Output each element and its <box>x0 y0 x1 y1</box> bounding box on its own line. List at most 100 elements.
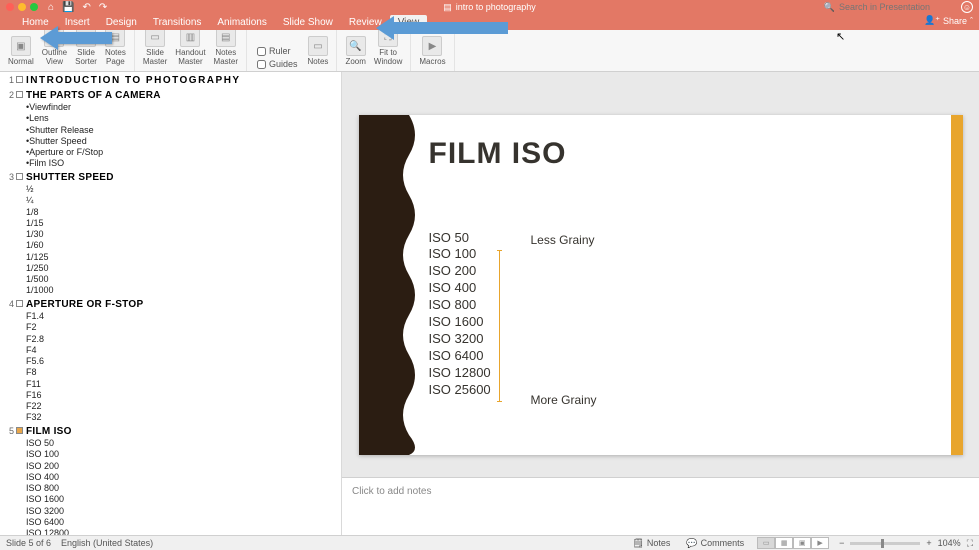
outline-slide-title[interactable]: FILM ISO <box>26 426 72 439</box>
slide-title[interactable]: FILM ISO <box>429 137 567 171</box>
slide[interactable]: FILM ISO ISO 50ISO 100ISO 200ISO 400ISO … <box>359 115 963 455</box>
reading-view-mode[interactable]: ▣ <box>793 537 811 549</box>
iso-value: ISO 12800 <box>429 365 491 382</box>
outline-slide[interactable]: 1INTRODUCTION TO PHOTOGRAPHY <box>4 75 341 88</box>
normal-view-button[interactable]: ▣Normal <box>4 36 38 69</box>
outline-body-line[interactable]: F11 <box>26 379 341 390</box>
slide-sorter-button[interactable]: ▦Slide Sorter <box>71 27 101 69</box>
outline-slide[interactable]: 4APERTURE OR F-STOPF1.4F2F2.8F4F5.6F8F11… <box>4 299 341 424</box>
minimize-window-icon[interactable] <box>18 3 26 11</box>
outline-body-line[interactable]: ISO 12800 <box>26 528 341 535</box>
zoom-out-button[interactable]: − <box>839 538 844 548</box>
outline-body-line[interactable]: 1/8 <box>26 207 341 218</box>
outline-body-line[interactable]: ISO 200 <box>26 461 341 472</box>
outline-body-line[interactable]: 1/15 <box>26 218 341 229</box>
zoom-slider[interactable] <box>850 542 920 545</box>
outline-body-line[interactable]: ¼ <box>26 195 341 206</box>
home-icon[interactable]: ⌂ <box>48 2 54 13</box>
iso-value: ISO 50 <box>429 230 491 247</box>
fullscreen-window-icon[interactable] <box>30 3 38 11</box>
tab-home[interactable]: Home <box>14 15 57 30</box>
outline-body-line[interactable]: •Film ISO <box>26 158 341 169</box>
share-button[interactable]: 👤⁺ Share ˆ <box>924 15 973 26</box>
fit-window-button[interactable]: ⛶Fit to Window <box>370 27 406 69</box>
search-area[interactable]: 🔍 <box>824 2 949 13</box>
outline-body-line[interactable]: F2.8 <box>26 334 341 345</box>
tab-transitions[interactable]: Transitions <box>145 15 210 30</box>
outline-slide-title[interactable]: INTRODUCTION TO PHOTOGRAPHY <box>26 75 241 88</box>
macros-button[interactable]: ▶Macros <box>415 36 449 69</box>
language-indicator[interactable]: English (United States) <box>61 538 153 548</box>
outline-body-line[interactable]: 1/1000 <box>26 285 341 296</box>
outline-body-line[interactable]: ISO 6400 <box>26 517 341 528</box>
save-icon[interactable]: 💾 <box>62 2 74 13</box>
outline-body-line[interactable]: 1/500 <box>26 274 341 285</box>
outline-slide-title[interactable]: THE PARTS OF A CAMERA <box>26 90 161 103</box>
fit-to-window-icon[interactable]: ⛶ <box>967 538 973 549</box>
outline-slide-title[interactable]: SHUTTER SPEED <box>26 172 114 185</box>
notes-toggle-button[interactable]: ▭Notes <box>304 36 333 69</box>
outline-body-line[interactable]: •Lens <box>26 113 341 124</box>
tab-slideshow[interactable]: Slide Show <box>275 15 341 30</box>
slide-counter[interactable]: Slide 5 of 6 <box>6 538 51 548</box>
outline-body-line[interactable]: F1.4 <box>26 311 341 322</box>
undo-icon[interactable]: ↶ <box>83 2 91 13</box>
slide-master-button[interactable]: ▭Slide Master <box>139 27 171 69</box>
normal-view-mode[interactable]: ▭ <box>757 537 775 549</box>
outline-body-line[interactable]: 1/60 <box>26 240 341 251</box>
tab-view[interactable]: View <box>390 15 428 30</box>
outline-body-line[interactable]: F5.6 <box>26 356 341 367</box>
tab-animations[interactable]: Animations <box>209 15 274 30</box>
outline-body-line[interactable]: ISO 100 <box>26 449 341 460</box>
outline-body-line[interactable]: F16 <box>26 390 341 401</box>
outline-body-line[interactable]: F32 <box>26 412 341 423</box>
outline-body-line[interactable]: ISO 50 <box>26 438 341 449</box>
outline-pane[interactable]: 1INTRODUCTION TO PHOTOGRAPHY 2THE PARTS O… <box>0 72 342 535</box>
outline-body-line[interactable]: F4 <box>26 345 341 356</box>
outline-body-line[interactable]: F8 <box>26 367 341 378</box>
search-input[interactable] <box>839 2 949 12</box>
outline-body-line[interactable]: ISO 400 <box>26 472 341 483</box>
comments-toggle[interactable]: 💬Comments <box>683 538 747 549</box>
outline-body-line[interactable]: •Viewfinder <box>26 102 341 113</box>
outline-slide[interactable]: 2THE PARTS OF A CAMERA•Viewfinder•Lens•S… <box>4 90 341 170</box>
outline-slide[interactable]: 3SHUTTER SPEED½¼1/81/151/301/601/1251/25… <box>4 172 341 297</box>
zoom-in-button[interactable]: + <box>926 538 931 548</box>
outline-body-line[interactable]: F22 <box>26 401 341 412</box>
handout-master-button[interactable]: ▥Handout Master <box>171 27 209 69</box>
sorter-view-mode[interactable]: ▦ <box>775 537 793 549</box>
outline-slide-title[interactable]: APERTURE OR F-STOP <box>26 299 143 312</box>
outline-body-line[interactable]: ISO 800 <box>26 483 341 494</box>
notes-toggle[interactable]: 🗒Notes <box>629 538 673 549</box>
outline-body-line[interactable]: •Shutter Release <box>26 125 341 136</box>
outline-body-line[interactable]: 1/30 <box>26 229 341 240</box>
tab-design[interactable]: Design <box>98 15 145 30</box>
notes-master-button[interactable]: ▤Notes Master <box>210 27 242 69</box>
tab-review[interactable]: Review <box>341 15 390 30</box>
outline-body-line[interactable]: 1/250 <box>26 263 341 274</box>
outline-slide[interactable]: 5FILM ISOISO 50ISO 100ISO 200ISO 400ISO … <box>4 426 341 536</box>
zoom-percent[interactable]: 104% <box>938 538 961 548</box>
chevron-up-icon[interactable]: ˆ <box>970 16 973 26</box>
iso-list[interactable]: ISO 50ISO 100ISO 200ISO 400ISO 800ISO 16… <box>429 230 491 399</box>
notes-pane[interactable]: Click to add notes <box>342 477 979 535</box>
slideshow-view-mode[interactable]: ▶ <box>811 537 829 549</box>
outline-body-line[interactable]: ½ <box>26 184 341 195</box>
outline-view-button[interactable]: ☰Outline View <box>38 27 71 69</box>
outline-body-line[interactable]: 1/125 <box>26 252 341 263</box>
less-grainy-label: Less Grainy <box>531 233 595 247</box>
zoom-icon: 🔍 <box>346 36 366 56</box>
outline-body-line[interactable]: ISO 1600 <box>26 494 341 505</box>
notes-page-button[interactable]: ▤Notes Page <box>101 27 130 69</box>
outline-body-line[interactable]: F2 <box>26 322 341 333</box>
outline-body-line[interactable]: •Aperture or F/Stop <box>26 147 341 158</box>
ruler-checkbox[interactable]: Ruler <box>257 46 298 56</box>
guides-checkbox[interactable]: Guides <box>257 59 298 69</box>
close-window-icon[interactable] <box>6 3 14 11</box>
outline-body-line[interactable]: ISO 3200 <box>26 506 341 517</box>
redo-icon[interactable]: ↷ <box>99 2 107 13</box>
outline-body-line[interactable]: •Shutter Speed <box>26 136 341 147</box>
tab-insert[interactable]: Insert <box>57 15 98 30</box>
help-icon[interactable]: ☺ <box>961 1 973 13</box>
zoom-button[interactable]: 🔍Zoom <box>341 36 369 69</box>
